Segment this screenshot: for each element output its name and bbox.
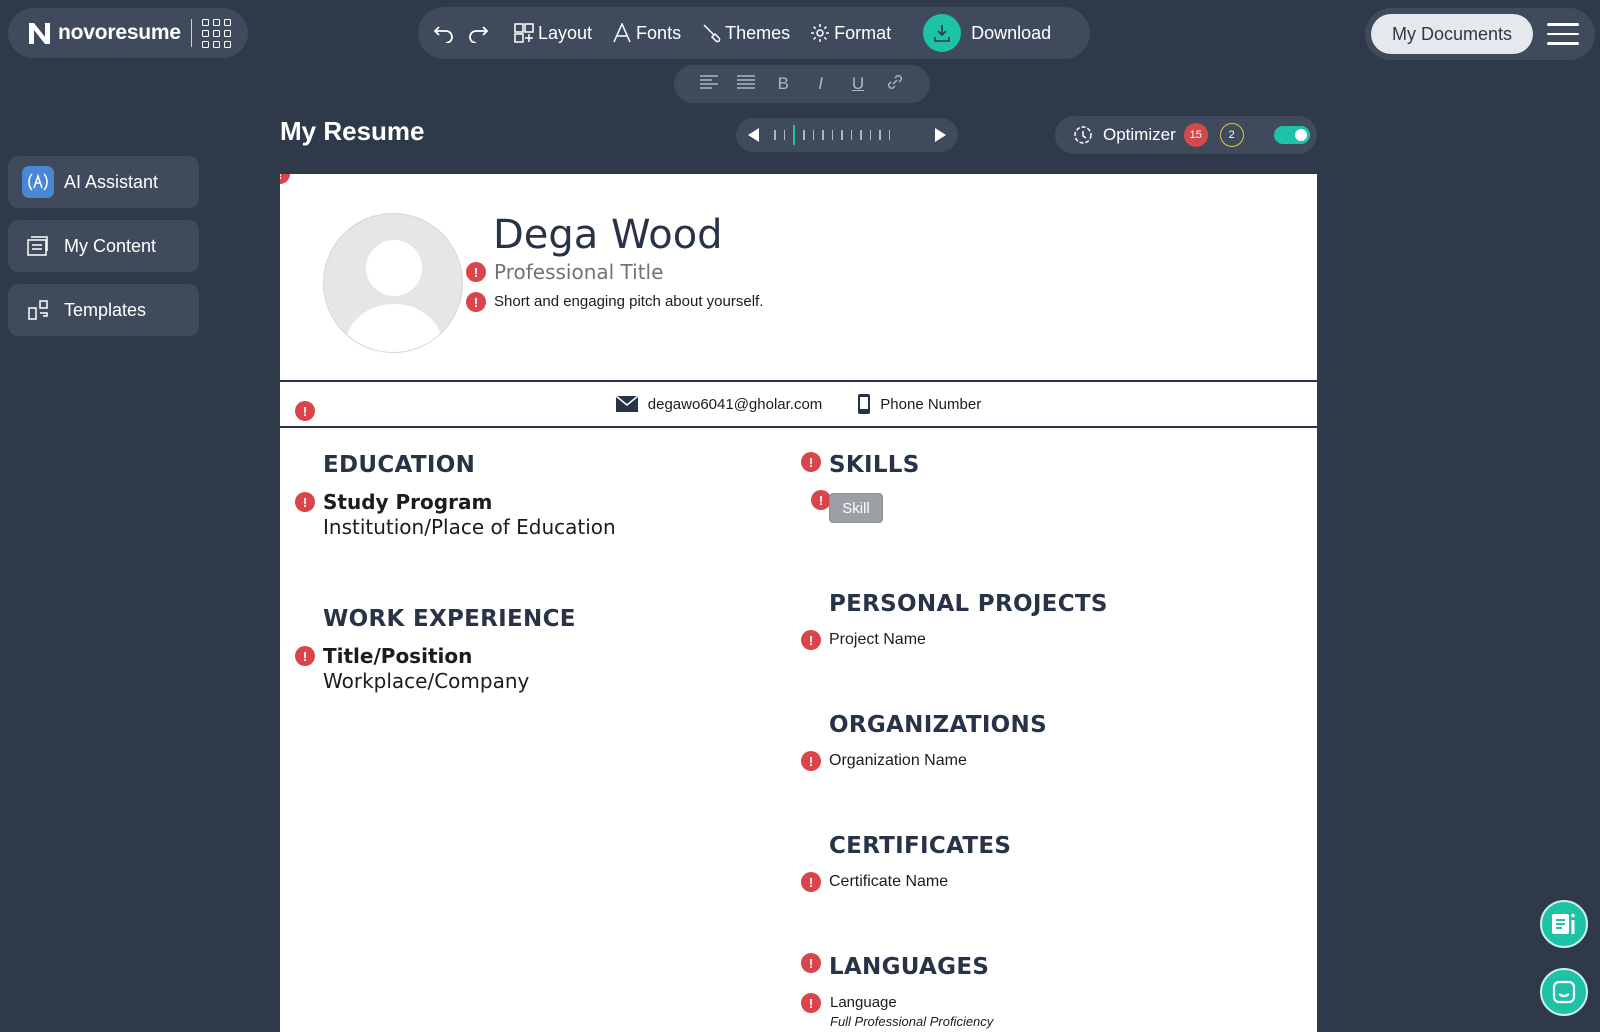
language-name[interactable]: Language <box>830 994 897 1011</box>
envelope-icon <box>615 396 638 412</box>
layout-icon <box>514 23 534 43</box>
gear-icon <box>811 24 830 42</box>
templates-icon <box>22 294 54 326</box>
hamburger-menu-icon[interactable] <box>1547 23 1579 45</box>
skills-heading[interactable]: SKILLS <box>829 452 920 478</box>
page-title: My Resume <box>280 116 425 146</box>
align-justify-icon[interactable] <box>733 74 759 94</box>
brand-bar: novoresume <box>8 8 248 58</box>
sidebar-item-ai-assistant[interactable]: AI Assistant <box>8 156 199 208</box>
document-info-icon[interactable] <box>1540 900 1588 948</box>
personal-projects-heading[interactable]: PERSONAL PROJECTS <box>829 591 1108 617</box>
language-level[interactable]: Full Professional Proficiency <box>830 1014 993 1029</box>
warning-icon[interactable]: ! <box>295 646 315 666</box>
download-icon <box>923 14 962 52</box>
error-count-badge[interactable]: 15 <box>1183 123 1208 147</box>
divider <box>190 19 192 47</box>
phone-icon <box>858 394 871 414</box>
contact-phone[interactable]: Phone Number <box>858 394 981 414</box>
certificate-name[interactable]: Certificate Name <box>829 873 948 891</box>
my-documents-button[interactable]: My Documents <box>1371 14 1533 54</box>
text-format-bar: B I U <box>674 65 930 103</box>
warning-icon[interactable]: ! <box>811 490 831 510</box>
format-button[interactable]: Format <box>810 23 891 44</box>
warning-icon[interactable]: ! <box>801 872 821 892</box>
phone-text: Phone Number <box>880 395 982 413</box>
warning-icon[interactable]: ! <box>801 452 821 472</box>
themes-button[interactable]: Themes <box>701 23 790 44</box>
divider <box>280 426 1317 428</box>
sidebar-item-label: My Content <box>64 235 157 256</box>
fonts-button[interactable]: Fonts <box>612 23 681 44</box>
work-company[interactable]: Workplace/Company <box>323 669 529 693</box>
previous-page-icon[interactable] <box>746 127 762 143</box>
certificates-heading[interactable]: CERTIFICATES <box>829 833 1011 859</box>
sidebar-item-my-content[interactable]: My Content <box>8 220 199 272</box>
resume-pitch[interactable]: Short and engaging pitch about yourself. <box>494 293 763 310</box>
optimizer-icon <box>1074 126 1092 144</box>
brush-icon <box>703 24 721 43</box>
page-navigator <box>736 118 958 152</box>
bold-icon[interactable]: B <box>770 74 796 94</box>
editor-toolbar: Layout Fonts Themes Format Download <box>418 7 1090 59</box>
warning-icon[interactable]: ! <box>801 993 821 1013</box>
warning-icon[interactable]: ! <box>801 953 821 973</box>
layout-label: Layout <box>538 22 593 43</box>
work-position[interactable]: Title/Position <box>323 644 472 668</box>
work-experience-heading[interactable]: WORK EXPERIENCE <box>323 606 576 632</box>
download-button[interactable]: Download <box>923 14 1051 52</box>
page-scrubber[interactable] <box>774 125 920 145</box>
project-name[interactable]: Project Name <box>829 631 926 649</box>
next-page-icon[interactable] <box>932 127 948 143</box>
warning-icon[interactable]: ! <box>280 174 290 184</box>
ai-assistant-icon <box>22 166 54 198</box>
sidebar-item-label: AI Assistant <box>64 171 159 192</box>
themes-label: Themes <box>725 22 791 43</box>
warning-icon[interactable]: ! <box>466 292 486 312</box>
sidebar-item-label: Templates <box>64 299 147 320</box>
underline-icon[interactable]: U <box>845 74 871 94</box>
warning-icon[interactable]: ! <box>295 492 315 512</box>
fonts-icon <box>613 23 631 43</box>
format-label: Format <box>834 22 892 43</box>
optimizer-label: Optimizer <box>1103 125 1176 144</box>
optimizer-bar: Optimizer 15 2 <box>1055 116 1317 154</box>
apps-grid-icon[interactable] <box>201 18 231 48</box>
contact-email[interactable]: degawo6041@gholar.com <box>615 395 823 413</box>
warning-count-badge[interactable]: 2 <box>1219 123 1244 147</box>
link-icon[interactable] <box>882 73 908 96</box>
optimizer-toggle[interactable] <box>1273 126 1310 144</box>
resume-name[interactable]: Dega Wood <box>493 212 723 258</box>
education-heading[interactable]: EDUCATION <box>323 452 475 478</box>
education-program[interactable]: Study Program <box>323 490 492 514</box>
email-text: degawo6041@gholar.com <box>647 395 823 413</box>
novoresume-logo-icon[interactable] <box>26 19 54 47</box>
contact-row: degawo6041@gholar.com Phone Number <box>280 382 1317 426</box>
chat-icon[interactable] <box>1540 968 1588 1016</box>
resume-page: ! Dega Wood ! Professional Title ! Short… <box>280 174 1317 1032</box>
warning-icon[interactable]: ! <box>801 630 821 650</box>
organizations-heading[interactable]: ORGANIZATIONS <box>829 712 1047 738</box>
profile-photo-placeholder[interactable] <box>323 213 463 353</box>
fonts-label: Fonts <box>636 22 682 43</box>
undo-icon[interactable] <box>432 21 456 45</box>
warning-icon[interactable]: ! <box>466 262 486 282</box>
skill-tag[interactable]: Skill <box>829 493 883 523</box>
languages-heading[interactable]: LANGUAGES <box>829 954 989 980</box>
resume-professional-title[interactable]: Professional Title <box>494 260 663 284</box>
align-left-icon[interactable] <box>696 74 722 94</box>
my-content-icon <box>22 230 54 262</box>
redo-icon[interactable] <box>466 21 490 45</box>
layout-button[interactable]: Layout <box>514 23 592 44</box>
italic-icon[interactable]: I <box>808 74 834 94</box>
warning-icon[interactable]: ! <box>801 751 821 771</box>
organization-name[interactable]: Organization Name <box>829 752 967 770</box>
sidebar-item-templates[interactable]: Templates <box>8 284 199 336</box>
account-bar: My Documents <box>1365 8 1595 60</box>
download-label: Download <box>971 22 1052 43</box>
education-institution[interactable]: Institution/Place of Education <box>323 515 616 539</box>
brand-name: novoresume <box>58 21 181 44</box>
